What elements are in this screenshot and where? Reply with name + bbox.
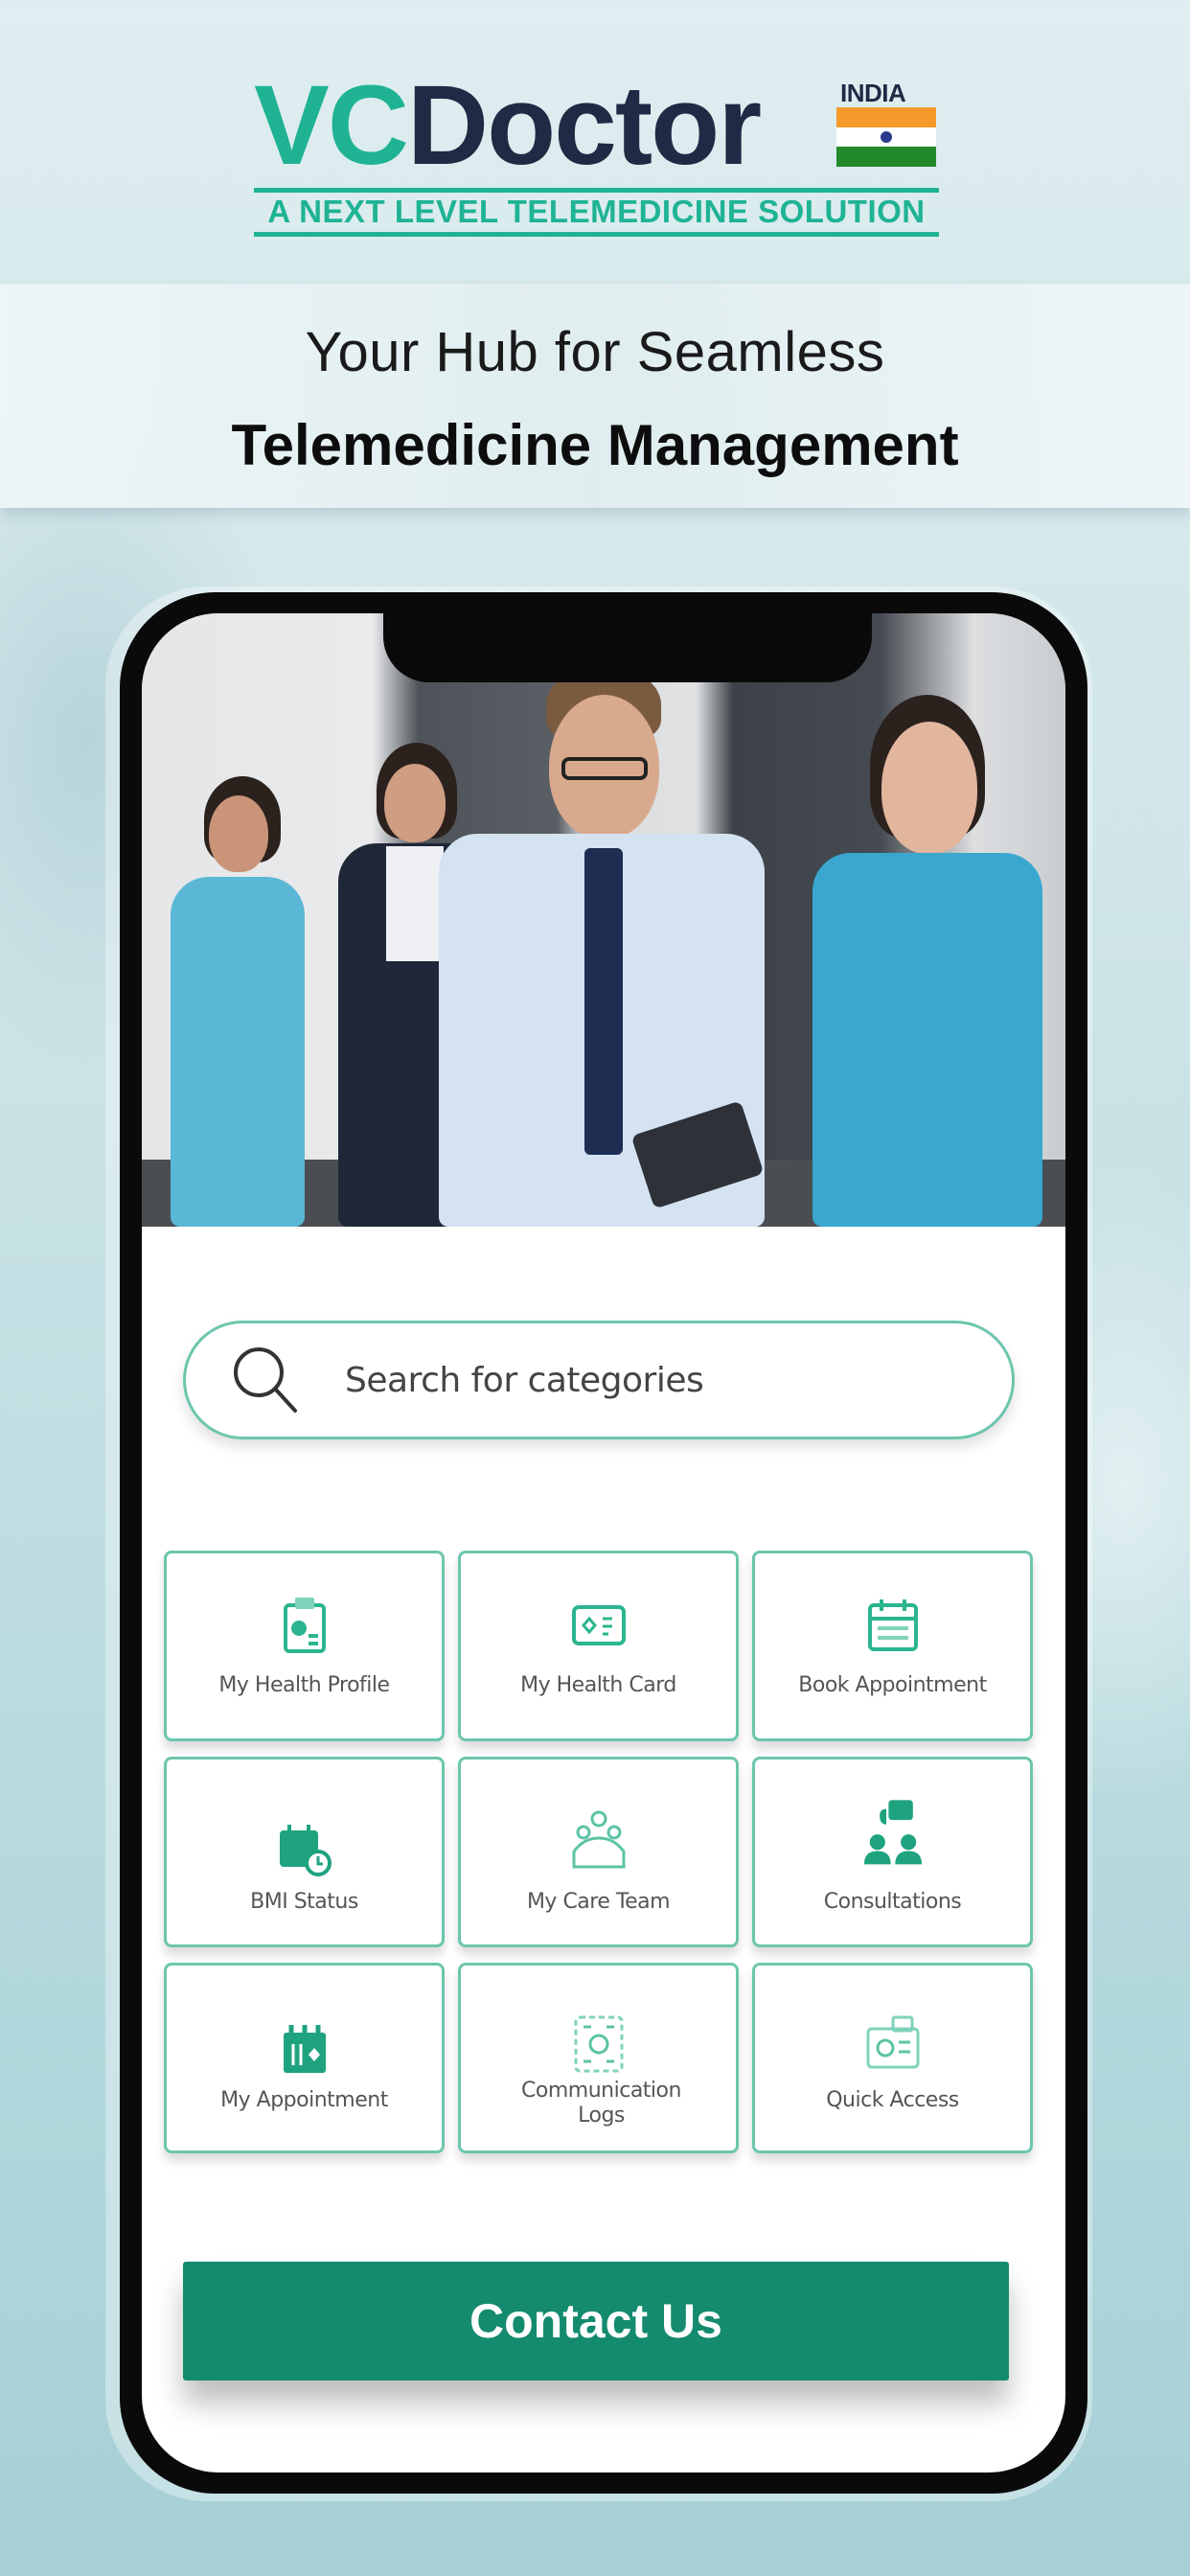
health-profile-icon <box>283 1598 326 1653</box>
tile-book-appointment[interactable]: Book Appointment <box>752 1551 1033 1741</box>
country-badge: INDIA <box>840 79 906 107</box>
tile-label: Consultations <box>823 1890 962 1914</box>
logo-doctor: Doctor <box>406 62 762 189</box>
logo-wordmark: VCDoctor <box>254 69 762 182</box>
logo-vc: VC <box>254 62 409 189</box>
headline-line2: Telemedicine Management <box>231 413 959 477</box>
photo-person <box>439 666 765 1227</box>
care-team-icon <box>572 1810 625 1869</box>
photo-person <box>812 695 1042 1227</box>
tile-bmi-status[interactable]: BMI Status <box>164 1757 445 1947</box>
logo-divider <box>254 232 939 237</box>
tile-communication-logs[interactable]: Communication Logs <box>458 1963 739 2153</box>
tile-label: Quick Access <box>826 2088 959 2112</box>
phone-screen: Search for categories My Health Profile <box>142 613 1065 2472</box>
communication-logs-icon <box>574 2015 623 2073</box>
search-icon <box>234 1347 297 1413</box>
brand-logo: VCDoctor INDIA A NEXT LEVEL TELEMEDICINE… <box>254 69 939 237</box>
logo-tagline: A NEXT LEVEL TELEMEDICINE SOLUTION <box>267 194 926 229</box>
tile-label: My Health Profile <box>218 1673 390 1697</box>
tile-label: Communication Logs <box>521 2079 681 2128</box>
photo-person <box>171 776 305 1227</box>
logo-divider <box>254 188 939 193</box>
tile-my-appointment[interactable]: My Appointment <box>164 1963 445 2153</box>
contact-us-button[interactable]: Contact Us <box>183 2262 1009 2380</box>
bmi-calendar-clock-icon <box>279 1825 332 1876</box>
tile-my-care-team[interactable]: My Care Team <box>458 1757 739 1947</box>
tile-label: Book Appointment <box>798 1673 987 1697</box>
health-card-icon <box>571 1605 626 1645</box>
phone-frame: Search for categories My Health Profile <box>120 592 1087 2494</box>
phone-notch <box>383 613 872 682</box>
search-bar[interactable]: Search for categories <box>183 1321 1015 1439</box>
tile-label: My Health Card <box>520 1673 676 1697</box>
tile-label: BMI Status <box>250 1890 358 1914</box>
tile-label: My Care Team <box>526 1890 671 1914</box>
india-flag-icon <box>836 107 936 167</box>
calendar-icon <box>867 1599 918 1651</box>
tile-label: My Appointment <box>220 2088 388 2112</box>
hero-image <box>142 613 1065 1227</box>
tile-my-health-profile[interactable]: My Health Profile <box>164 1551 445 1741</box>
headline-line1: Your Hub for Seamless <box>305 321 885 383</box>
appointment-icon <box>283 2025 326 2073</box>
search-input[interactable]: Search for categories <box>345 1361 704 1400</box>
quick-access-icon <box>866 2015 919 2069</box>
tile-consultations[interactable]: Consultations <box>752 1757 1033 1947</box>
tile-my-health-card[interactable]: My Health Card <box>458 1551 739 1741</box>
tile-quick-access[interactable]: Quick Access <box>752 1963 1033 2153</box>
consultation-icon <box>863 1800 922 1865</box>
